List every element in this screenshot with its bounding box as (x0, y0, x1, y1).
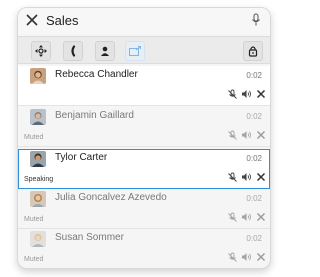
person-icon (101, 46, 109, 56)
remove-participant-icon[interactable] (255, 251, 267, 263)
conference-panel: Sales Rebecca Chandler 0:02 Benjamin Gai… (17, 7, 271, 269)
participant-status: Muted (24, 134, 44, 141)
participant-status: Muted (24, 256, 44, 263)
avatar (30, 151, 46, 167)
call-duration: 0:02 (246, 194, 262, 203)
participant-name: Julia Goncalvez Azevedo (55, 192, 167, 203)
call-duration: 0:02 (246, 112, 262, 121)
remove-participant-icon[interactable] (255, 171, 267, 183)
handset-button[interactable] (63, 41, 83, 61)
avatar (30, 68, 46, 84)
mic-off-icon[interactable] (226, 251, 238, 263)
call-duration: 0:02 (246, 234, 262, 243)
volume-icon[interactable] (240, 88, 252, 100)
panel-title: Sales (46, 13, 79, 28)
participant-row[interactable]: Susan Sommer 0:02 Muted (18, 229, 270, 268)
share-button[interactable] (125, 41, 145, 61)
remove-participant-icon[interactable] (255, 88, 267, 100)
volume-icon[interactable] (240, 171, 252, 183)
mic-icon[interactable] (250, 13, 262, 27)
participant-name: Benjamin Gaillard (55, 110, 134, 121)
participant-name: Tylor Carter (55, 152, 108, 163)
mic-off-icon[interactable] (226, 171, 238, 183)
participant-status: Muted (24, 216, 44, 223)
toolbar (18, 36, 270, 64)
lock-button[interactable] (243, 41, 263, 61)
remove-participant-icon[interactable] (255, 129, 267, 141)
participant-row[interactable]: Rebecca Chandler 0:02 (18, 66, 270, 106)
participant-row[interactable]: Tylor Carter 0:02 Speaking (18, 149, 270, 189)
volume-icon[interactable] (240, 211, 252, 223)
lock-icon (248, 46, 258, 57)
participant-button[interactable] (95, 41, 115, 61)
share-icon (129, 46, 141, 56)
move-button[interactable] (31, 41, 51, 61)
call-duration: 0:02 (246, 154, 262, 163)
avatar (30, 191, 46, 207)
mic-off-icon[interactable] (226, 211, 238, 223)
mic-off-icon[interactable] (226, 88, 238, 100)
panel-header: Sales (18, 8, 270, 34)
avatar (30, 231, 46, 247)
participant-row[interactable]: Benjamin Gaillard 0:02 Muted (18, 107, 270, 147)
participant-name: Rebecca Chandler (55, 69, 138, 80)
participant-name: Susan Sommer (55, 232, 124, 243)
move-icon (35, 45, 47, 57)
volume-icon[interactable] (240, 129, 252, 141)
remove-participant-icon[interactable] (255, 211, 267, 223)
close-icon[interactable] (24, 12, 40, 28)
phone-icon (71, 45, 76, 57)
avatar (30, 109, 46, 125)
volume-icon[interactable] (240, 251, 252, 263)
participant-row[interactable]: Julia Goncalvez Azevedo 0:02 Muted (18, 189, 270, 229)
mic-off-icon[interactable] (226, 129, 238, 141)
participant-status: Speaking (24, 176, 54, 183)
call-duration: 0:02 (246, 71, 262, 80)
